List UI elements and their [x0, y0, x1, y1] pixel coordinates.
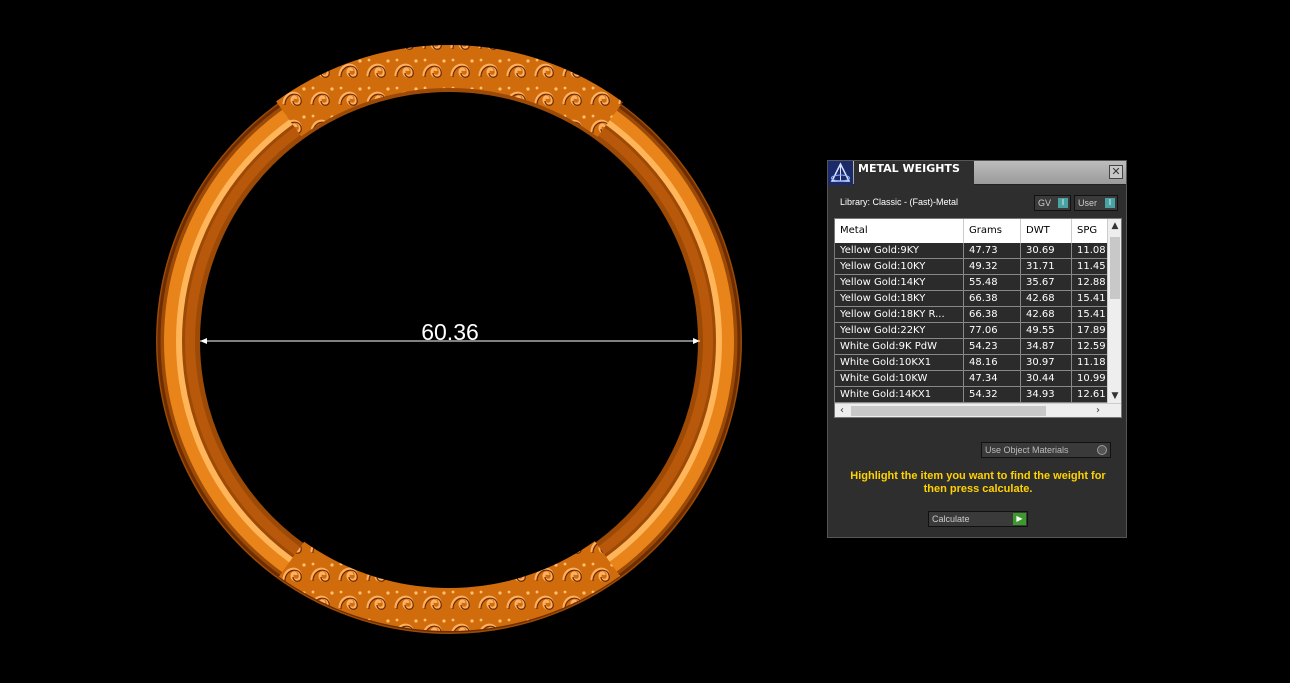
metal-weights-panel: METAL WEIGHTS ✕ Library: Classic - (Fast… — [827, 160, 1127, 538]
cell-spg: 11.45 — [1072, 259, 1112, 275]
table-row[interactable]: Yellow Gold:10KY 49.32 31.71 11.45 — [835, 259, 1112, 275]
cell-dwt: 30.69 — [1021, 243, 1072, 259]
calculate-button[interactable]: Calculate ▶ — [928, 511, 1028, 527]
cell-grams: 66.38 — [964, 307, 1021, 323]
panel-title: METAL WEIGHTS — [854, 161, 974, 185]
cell-dwt: 42.68 — [1021, 307, 1072, 323]
cell-dwt: 35.67 — [1021, 275, 1072, 291]
cell-dwt: 31.71 — [1021, 259, 1072, 275]
play-icon: ▶ — [1013, 513, 1026, 525]
library-label: Library: Classic - (Fast)-Metal — [840, 197, 959, 207]
cell-grams: 66.38 — [964, 291, 1021, 307]
cell-grams: 54.23 — [964, 339, 1021, 355]
cell-dwt: 34.87 — [1021, 339, 1072, 355]
table-row[interactable]: White Gold:14KX1 54.32 34.93 12.61 — [835, 387, 1112, 403]
table-row[interactable]: White Gold:10KW 47.34 30.44 10.99 — [835, 371, 1112, 387]
cell-metal: Yellow Gold:22KY — [835, 323, 964, 339]
cell-metal: Yellow Gold:10KY — [835, 259, 964, 275]
vertical-scroll-thumb[interactable] — [1110, 237, 1120, 299]
scroll-down-icon[interactable]: ▼ — [1108, 389, 1121, 403]
horizontal-scrollbar[interactable]: ‹ › — [835, 403, 1121, 417]
user-toggle-label: User — [1078, 198, 1098, 208]
scroll-up-icon[interactable]: ▲ — [1108, 219, 1121, 233]
table-row[interactable]: Yellow Gold:9KY 47.73 30.69 11.08 — [835, 243, 1112, 259]
calculate-label: Calculate — [932, 514, 970, 524]
cell-grams: 47.34 — [964, 371, 1021, 387]
table-row[interactable]: White Gold:9K PdW 54.23 34.87 12.59 — [835, 339, 1112, 355]
cell-metal: White Gold:10KX1 — [835, 355, 964, 371]
column-header-metal[interactable]: Metal — [835, 219, 964, 243]
horizontal-scroll-thumb[interactable] — [851, 406, 1046, 416]
table-body: Yellow Gold:9KY 47.73 30.69 11.08 Yellow Gol… — [835, 243, 1112, 417]
use-object-materials-toggle[interactable]: Use Object Materials — [981, 442, 1111, 458]
table-row[interactable]: Yellow Gold:22KY 77.06 49.55 17.89 — [835, 323, 1112, 339]
cell-spg: 12.88 — [1072, 275, 1112, 291]
column-header-spg[interactable]: SPG — [1072, 219, 1112, 243]
cell-metal: Yellow Gold:18KY — [835, 291, 964, 307]
3d-viewport[interactable]: 60.36 — [0, 0, 820, 683]
table-row[interactable]: White Gold:10KX1 48.16 30.97 11.18 — [835, 355, 1112, 371]
table-header: Metal Grams DWT SPG — [835, 219, 1112, 243]
instruction-text: Highlight the item you want to find the … — [850, 470, 1106, 495]
vertical-scrollbar[interactable]: ▲ ▼ — [1107, 219, 1121, 403]
cell-spg: 15.41 — [1072, 291, 1112, 307]
table-row[interactable]: Yellow Gold:18KY 66.38 42.68 15.41 — [835, 291, 1112, 307]
user-toggle[interactable]: User I — [1074, 195, 1118, 211]
table-row[interactable]: Yellow Gold:14KY 55.48 35.67 12.88 — [835, 275, 1112, 291]
cell-dwt: 34.93 — [1021, 387, 1072, 403]
cell-grams: 48.16 — [964, 355, 1021, 371]
cell-metal: Yellow Gold:14KY — [835, 275, 964, 291]
metal-weights-table[interactable]: Metal Grams DWT SPG Yellow Gold:9KY 47.73… — [834, 218, 1122, 418]
panel-titlebar[interactable]: METAL WEIGHTS ✕ — [828, 161, 1126, 185]
gv-toggle[interactable]: GV I — [1034, 195, 1071, 211]
gv-toggle-label: GV — [1038, 198, 1052, 208]
cell-dwt: 30.44 — [1021, 371, 1072, 387]
cell-spg: 10.99 — [1072, 371, 1112, 387]
cell-spg: 12.61 — [1072, 387, 1112, 403]
column-header-dwt[interactable]: DWT — [1021, 219, 1072, 243]
cell-spg: 17.89 — [1072, 323, 1112, 339]
radio-icon — [1097, 445, 1107, 455]
cell-dwt: 42.68 — [1021, 291, 1072, 307]
scroll-right-icon[interactable]: › — [1091, 404, 1105, 417]
table-row[interactable]: Yellow Gold:18KY R... 66.38 42.68 15.41 — [835, 307, 1112, 323]
cell-grams: 54.32 — [964, 387, 1021, 403]
cell-metal: Yellow Gold:9KY — [835, 243, 964, 259]
cell-metal: White Gold:9K PdW — [835, 339, 964, 355]
dimension-label: 60.36 — [421, 319, 479, 345]
cell-dwt: 30.97 — [1021, 355, 1072, 371]
cell-grams: 77.06 — [964, 323, 1021, 339]
close-icon[interactable]: ✕ — [1109, 165, 1123, 179]
column-header-grams[interactable]: Grams — [964, 219, 1021, 243]
cell-grams: 49.32 — [964, 259, 1021, 275]
cell-metal: White Gold:10KW — [835, 371, 964, 387]
cell-spg: 15.41 — [1072, 307, 1112, 323]
scroll-left-icon[interactable]: ‹ — [835, 404, 849, 417]
cell-metal: Yellow Gold:18KY R... — [835, 307, 964, 323]
cell-spg: 11.08 — [1072, 243, 1112, 259]
cell-grams: 47.73 — [964, 243, 1021, 259]
cell-metal: White Gold:14KX1 — [835, 387, 964, 403]
toggle-knob-icon: I — [1105, 198, 1115, 208]
ring-render: 60.36 — [156, 45, 742, 634]
metal-weights-app-icon — [828, 161, 853, 185]
cell-dwt: 49.55 — [1021, 323, 1072, 339]
toggle-knob-icon: I — [1058, 198, 1068, 208]
use-object-materials-label: Use Object Materials — [985, 445, 1069, 455]
cell-spg: 11.18 — [1072, 355, 1112, 371]
cell-grams: 55.48 — [964, 275, 1021, 291]
cell-spg: 12.59 — [1072, 339, 1112, 355]
